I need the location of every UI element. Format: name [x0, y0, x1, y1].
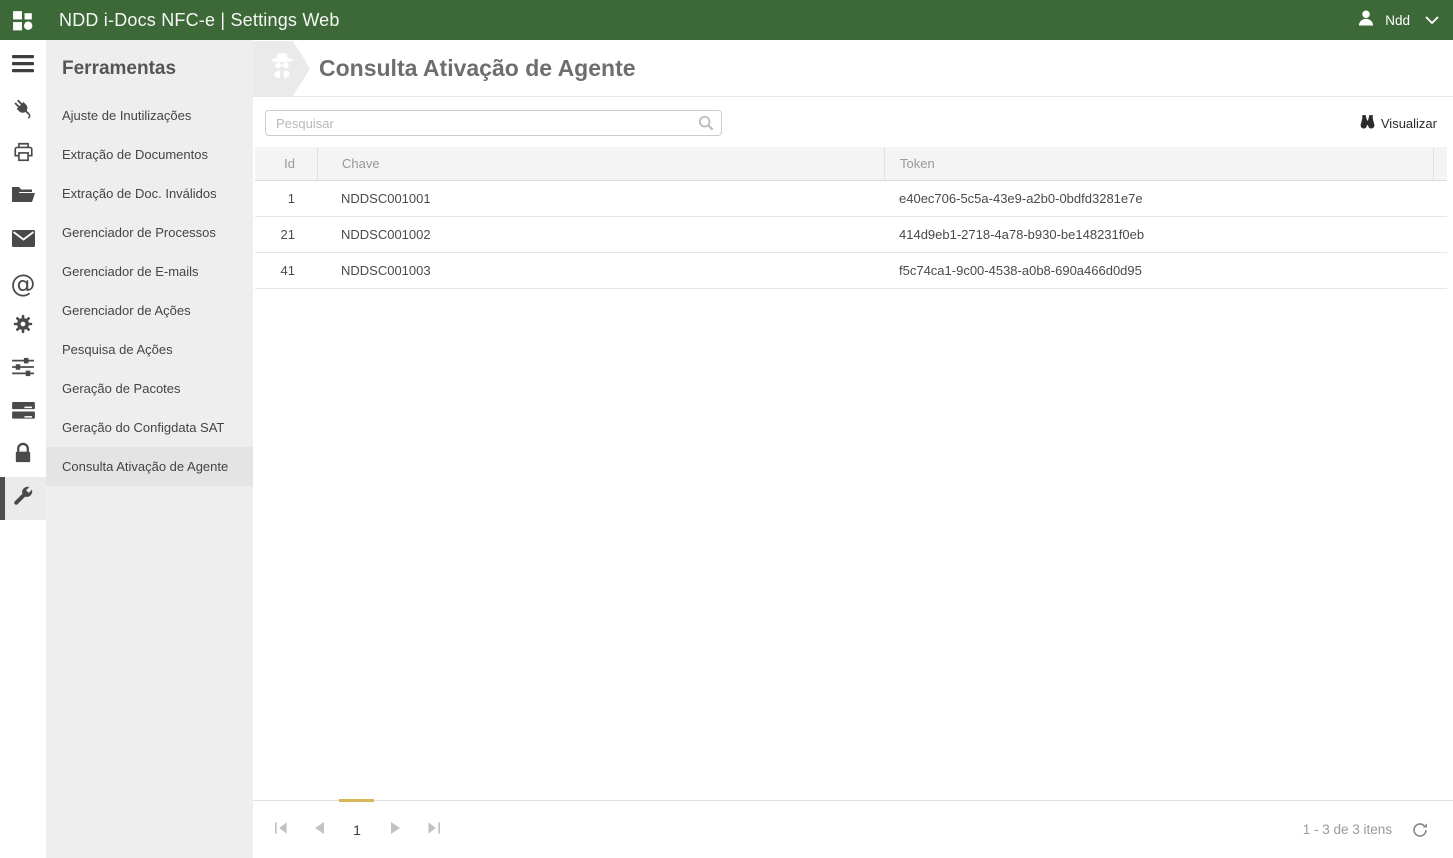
printer-icon — [12, 141, 35, 168]
wrench-icon — [12, 485, 34, 512]
topbar: NDD i-Docs NFC-e | Settings Web Ndd — [0, 0, 1453, 40]
cell-token: 414d9eb1-2718-4a78-b930-be148231f0eb — [884, 227, 1433, 242]
agent-icon — [266, 50, 298, 87]
page-number-button[interactable]: 1 — [338, 815, 376, 845]
sidebar-item-extracao-documentos[interactable]: Extração de Documentos — [46, 135, 253, 174]
sliders-icon — [12, 357, 34, 382]
agent-badge — [253, 41, 310, 96]
page-next-icon — [391, 821, 400, 839]
visualizar-button[interactable]: Visualizar — [1360, 115, 1437, 132]
page-last-button[interactable] — [414, 815, 452, 845]
sidebar-item-geracao-configdata-sat[interactable]: Geração do Configdata SAT — [46, 408, 253, 447]
sidebar-item-pesquisa-acoes[interactable]: Pesquisa de Ações — [46, 330, 253, 369]
cell-token: e40ec706-5c5a-43e9-a2b0-0bdfd3281e7e — [884, 191, 1433, 206]
pagination-info: 1 - 3 de 3 itens — [1303, 822, 1392, 837]
column-header-token[interactable]: Token — [884, 147, 1433, 180]
current-page-indicator — [339, 799, 374, 802]
app-grid-icon[interactable] — [11, 8, 36, 33]
sidebar-item-consulta-ativacao-agente[interactable]: Consulta Ativação de Agente — [46, 447, 253, 486]
sidebar-item-gerenciador-emails[interactable]: Gerenciador de E-mails — [46, 252, 253, 291]
server-icon — [12, 401, 35, 425]
selected-rail-indicator — [0, 477, 5, 520]
user-name: Ndd — [1385, 13, 1410, 28]
rail-item-doc-invalidos[interactable] — [0, 176, 46, 219]
sidebar-item-ajuste-inutilizacoes[interactable]: Ajuste de Inutilizações — [46, 96, 253, 135]
table-header-row: Id Chave Token — [255, 147, 1447, 181]
rail-item-config[interactable] — [0, 305, 46, 348]
page-first-icon — [275, 821, 288, 839]
sidebar-heading: Ferramentas — [46, 50, 253, 96]
page-prev-icon — [315, 821, 324, 839]
cell-id: 1 — [255, 191, 317, 206]
rail-item-email-manager[interactable]: @ — [0, 262, 46, 305]
page-next-button[interactable] — [376, 815, 414, 845]
gear-icon — [12, 313, 34, 340]
sidebar-item-geracao-pacotes[interactable]: Geração de Pacotes — [46, 369, 253, 408]
rail-item-emails[interactable] — [0, 219, 46, 262]
column-header-chave[interactable]: Chave — [317, 147, 884, 180]
envelope-icon — [12, 230, 35, 252]
sidebar-item-gerenciador-processos[interactable]: Gerenciador de Processos — [46, 213, 253, 252]
pagination-bar: 1 1 - 3 de 3 itens — [253, 800, 1453, 858]
visualizar-label: Visualizar — [1381, 116, 1437, 131]
app-title: NDD i-Docs NFC-e | Settings Web — [59, 10, 340, 31]
tools-sidebar: Ferramentas Ajuste de Inutilizações Extr… — [46, 40, 253, 858]
main-content: Consulta Ativação de Agente — [253, 40, 1453, 858]
rail-item-inutilizacoes[interactable] — [0, 90, 46, 133]
page-prev-button[interactable] — [300, 815, 338, 845]
search-icon[interactable] — [698, 115, 714, 131]
rail-item-security[interactable] — [0, 434, 46, 477]
rail-item-servers[interactable] — [0, 391, 46, 434]
table-row[interactable]: 1 NDDSC001001 e40ec706-5c5a-43e9-a2b0-0b… — [255, 181, 1447, 217]
rail-item-parameters[interactable] — [0, 348, 46, 391]
cell-id: 21 — [255, 227, 317, 242]
search-input[interactable] — [265, 110, 722, 136]
cell-chave: NDDSC001001 — [317, 191, 884, 206]
table-row[interactable]: 21 NDDSC001002 414d9eb1-2718-4a78-b930-b… — [255, 217, 1447, 253]
icon-rail: @ — [0, 40, 46, 858]
menu-icon — [12, 55, 34, 78]
at-sign-icon: @ — [11, 271, 36, 296]
menu-toggle-button[interactable] — [0, 46, 46, 86]
cell-chave: NDDSC001003 — [317, 263, 884, 278]
page-last-icon — [427, 821, 440, 839]
refresh-button[interactable] — [1411, 821, 1429, 839]
column-header-id[interactable]: Id — [255, 156, 317, 171]
cell-token: f5c74ca1-9c00-4538-a0b8-690a466d0d95 — [884, 263, 1433, 278]
plug-icon — [12, 98, 35, 126]
sidebar-item-gerenciador-acoes[interactable]: Gerenciador de Ações — [46, 291, 253, 330]
column-header-spacer — [1433, 147, 1447, 180]
page-header: Consulta Ativação de Agente — [253, 40, 1453, 97]
lock-icon — [13, 442, 33, 470]
agents-table: Id Chave Token 1 NDDSC001001 e40ec706-5c… — [255, 147, 1447, 289]
page-title: Consulta Ativação de Agente — [319, 55, 636, 82]
toolbar: Visualizar — [253, 97, 1453, 136]
chevron-down-icon — [1425, 16, 1439, 25]
table-row[interactable]: 41 NDDSC001003 f5c74ca1-9c00-4538-a0b8-6… — [255, 253, 1447, 289]
user-menu[interactable]: Ndd — [1356, 8, 1439, 33]
cell-chave: NDDSC001002 — [317, 227, 884, 242]
page-first-button[interactable] — [262, 815, 300, 845]
user-icon — [1356, 8, 1376, 33]
rail-item-tools[interactable] — [0, 477, 46, 520]
sidebar-item-extracao-doc-invalidos[interactable]: Extração de Doc. Inválidos — [46, 174, 253, 213]
rail-item-extracao-documentos[interactable] — [0, 133, 46, 176]
binoculars-icon — [1360, 115, 1375, 132]
folder-open-icon — [11, 185, 35, 210]
cell-id: 41 — [255, 263, 317, 278]
